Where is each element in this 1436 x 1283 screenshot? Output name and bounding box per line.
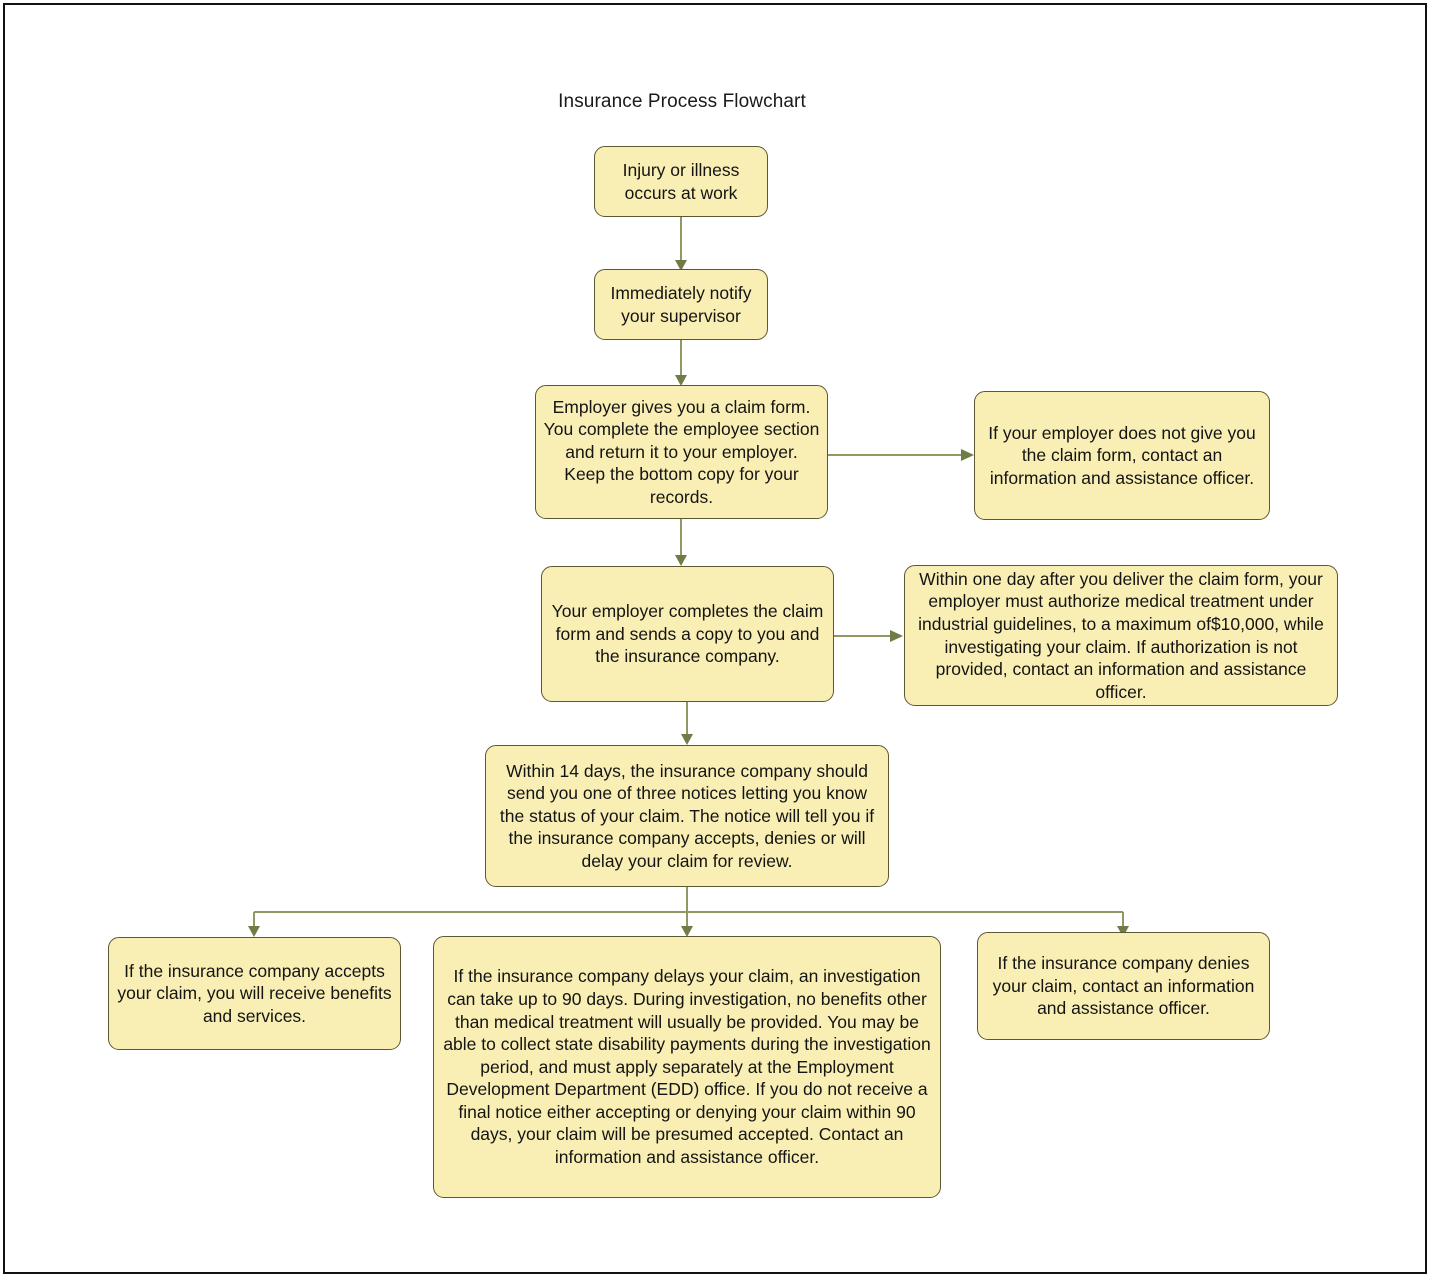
page-frame: Insurance Process Flowchart Injury or il…: [3, 3, 1427, 1274]
node-label: Within one day after you deliver the cla…: [918, 568, 1324, 702]
arrowhead-n4-n4b: [890, 630, 903, 642]
node-label: Injury or illness occurs at work: [622, 159, 740, 203]
arrowhead-n6a: [248, 926, 260, 937]
node-label: If the insurance company denies your cla…: [992, 953, 1255, 1019]
node-claim-delayed[interactable]: If the insurance company delays your cla…: [433, 936, 941, 1198]
node-label: Employer gives you a claim form. You com…: [543, 396, 820, 507]
node-label: Within 14 days, the insurance company sh…: [499, 760, 875, 871]
arrowhead-n3-n3b: [961, 449, 974, 461]
node-label: If the insurance company accepts your cl…: [117, 960, 392, 1026]
node-employer-does-not-give-form[interactable]: If your employer does not give you the c…: [974, 391, 1270, 520]
node-claim-accepted[interactable]: If the insurance company accepts your cl…: [108, 937, 401, 1050]
node-employer-completes-form[interactable]: Your employer completes the claim form a…: [541, 566, 834, 702]
node-label: If the insurance company delays your cla…: [443, 966, 931, 1167]
node-injury-or-illness[interactable]: Injury or illness occurs at work: [594, 146, 768, 217]
node-within-14-days-notice[interactable]: Within 14 days, the insurance company sh…: [485, 745, 889, 887]
node-notify-supervisor[interactable]: Immediately notify your supervisor: [594, 269, 768, 340]
flowchart-canvas: Insurance Process Flowchart Injury or il…: [5, 5, 1425, 1272]
arrowhead-n4-n5: [681, 734, 693, 745]
node-employer-gives-claim-form[interactable]: Employer gives you a claim form. You com…: [535, 385, 828, 519]
node-within-one-day-authorization[interactable]: Within one day after you deliver the cla…: [904, 565, 1338, 706]
node-label: Immediately notify your supervisor: [610, 282, 752, 326]
node-label: If your employer does not give you the c…: [988, 422, 1256, 488]
page-title: Insurance Process Flowchart: [558, 91, 806, 112]
node-label: Your employer completes the claim form a…: [551, 601, 824, 667]
node-claim-denied[interactable]: If the insurance company denies your cla…: [977, 932, 1270, 1040]
arrowhead-n3-n4: [675, 555, 687, 566]
